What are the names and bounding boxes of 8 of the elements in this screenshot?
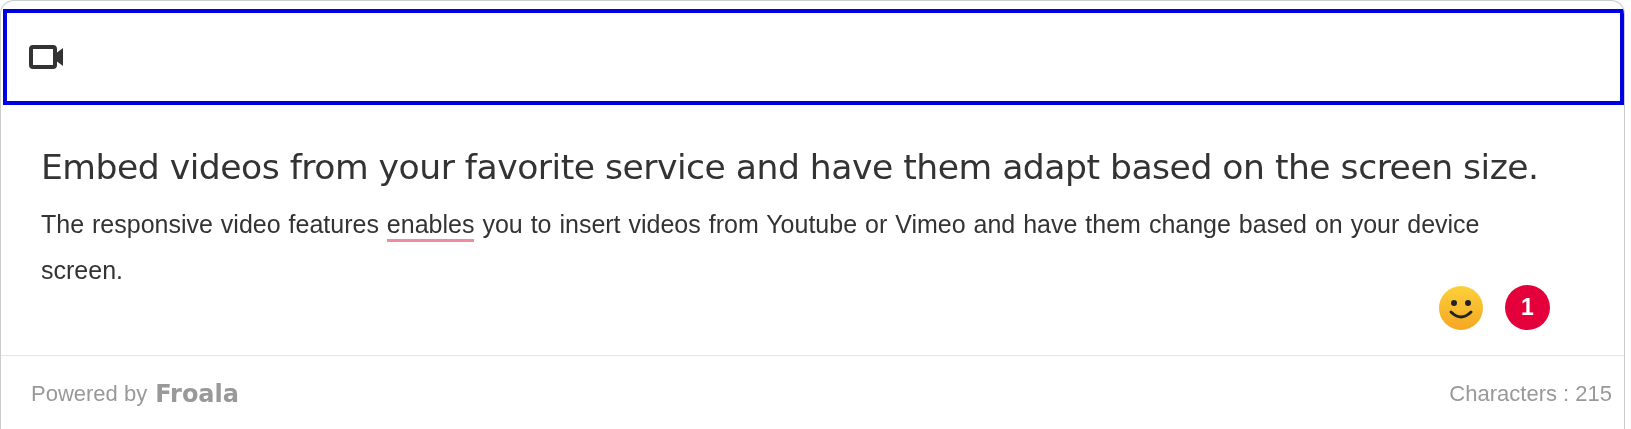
smiley-icon [1439,285,1483,330]
powered-by-text: Powered by [31,380,148,407]
video-camera-icon[interactable] [29,45,65,69]
paragraph: The responsive video features enables you to insert videos from Youtube or Vimeo and have them change based on your device screen. [41,208,1481,286]
character-counter: Characters : 215 [1449,380,1612,407]
brand-logo[interactable]: Froala [155,379,239,408]
heading: Embed videos from your favorite service and have them adapt based on the screen size. [41,147,1540,187]
notification-badge[interactable]: 1 [1505,285,1550,330]
